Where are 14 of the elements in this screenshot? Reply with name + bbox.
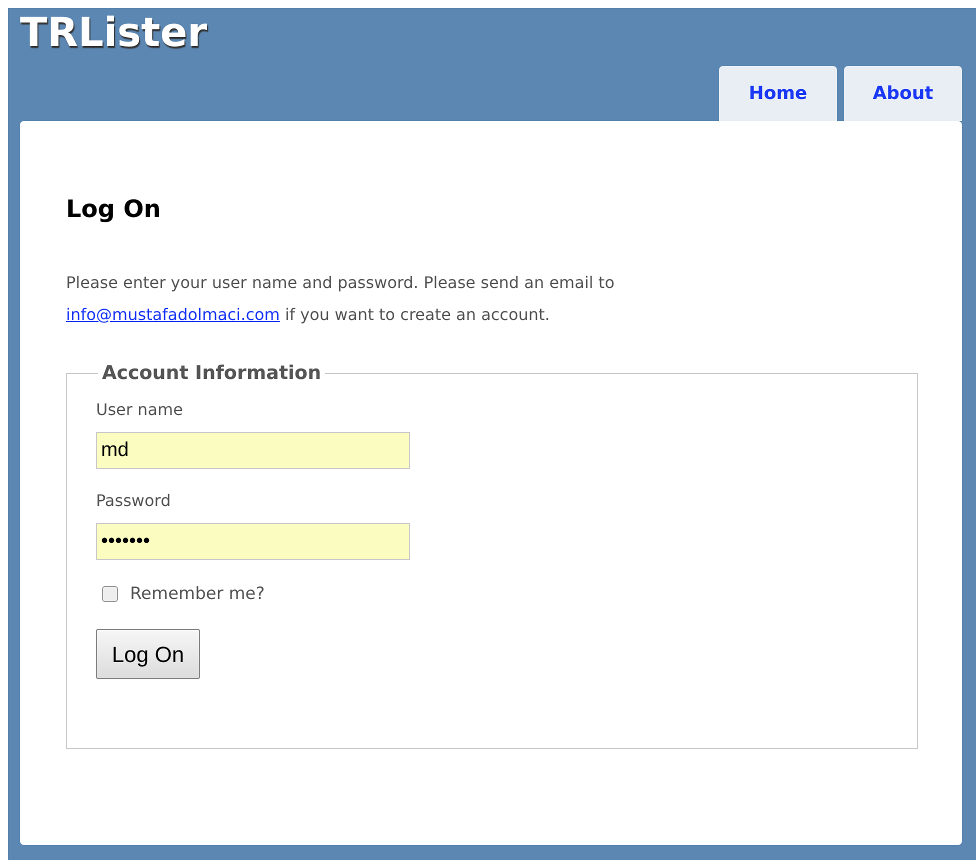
fieldset-legend: Account Information — [98, 359, 326, 388]
nav-tab[interactable]: About — [844, 66, 962, 121]
input-field[interactable]: md — [96, 432, 410, 468]
field-label: User name — [96, 398, 184, 420]
checkbox-label: Remember me? — [130, 582, 265, 606]
input-field[interactable]: ••••••• — [96, 522, 410, 560]
remember-checkbox[interactable] — [102, 586, 118, 602]
email-link[interactable]: info@mustafadolmaci.com — [66, 305, 280, 324]
field-label: Password — [96, 490, 172, 512]
nav-tab[interactable]: Home — [719, 66, 837, 121]
log-on-button[interactable]: Log On — [96, 629, 200, 679]
intro-text: Please enter your user name and password. Please send an email to info@mustafadolmaci.com if you want to create an account. — [66, 272, 616, 326]
site-title: TRLister — [20, 13, 208, 53]
page-heading: Log On — [66, 194, 162, 225]
